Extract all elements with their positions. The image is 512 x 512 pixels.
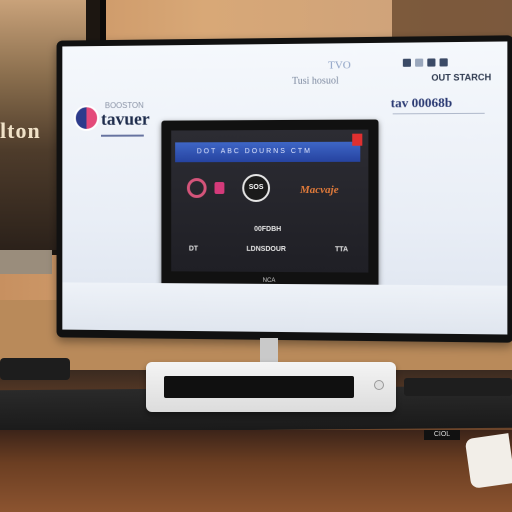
tv-bar-accent [352, 133, 363, 146]
square-icon[interactable] [427, 58, 436, 67]
monitor-screen: TVO Tusi hosuol OUT STARCH BOOSTON tavue… [62, 41, 508, 335]
tv-screen: DOT ABC DOURNS CTM SOS Macvaje 00FDBH DT… [171, 129, 369, 273]
tv-row-item: LDNSDOUR [246, 245, 286, 254]
square-icon[interactable] [415, 58, 424, 67]
brand-logo-icon [73, 105, 100, 131]
disc-slot [164, 376, 354, 398]
tv-mid-text: 00FDBH [254, 225, 282, 234]
screen-footer-area [62, 282, 508, 335]
paper-sheet [464, 433, 512, 489]
round-logo-icon: SOS [242, 174, 271, 202]
tv-brand-text: Macvaje [299, 183, 339, 197]
top-mini-label: TVO [328, 59, 351, 72]
contact-number[interactable]: tav 00068b [391, 95, 452, 112]
tv-menu-bar: DOT ABC DOURNS CTM [175, 141, 361, 163]
power-button[interactable] [374, 380, 384, 390]
tv-icon-row: SOS [186, 174, 271, 202]
ring-icon [186, 178, 207, 198]
square-icon[interactable] [402, 58, 411, 67]
top-header-text: Tusi hosuol [291, 75, 339, 87]
divider [100, 134, 144, 137]
brand-title: tavuer [100, 108, 150, 129]
monitor-stand-base [146, 362, 396, 412]
tv-info-row: DT LDNSDOUR TTA [189, 246, 348, 254]
window-control-squares [402, 58, 448, 67]
pink-square-icon [214, 182, 225, 194]
desk-wood-edge [0, 430, 512, 512]
top-right-link[interactable]: OUT STARCH [431, 72, 491, 83]
cable-tray [404, 378, 512, 396]
keyboard [0, 358, 70, 380]
background-display-stand [0, 250, 52, 274]
background-caption: lton [0, 118, 41, 143]
tv-row-item: DT [188, 245, 199, 253]
desk-badge: CIOL [424, 430, 460, 440]
monitor-stand-neck [260, 338, 278, 364]
tv-row-item: TTA [334, 246, 349, 254]
square-icon[interactable] [439, 58, 448, 67]
tv-product-image[interactable]: DOT ABC DOURNS CTM SOS Macvaje 00FDBH DT… [161, 119, 379, 303]
divider [392, 112, 485, 115]
main-monitor: TVO Tusi hosuol OUT STARCH BOOSTON tavue… [56, 35, 512, 343]
